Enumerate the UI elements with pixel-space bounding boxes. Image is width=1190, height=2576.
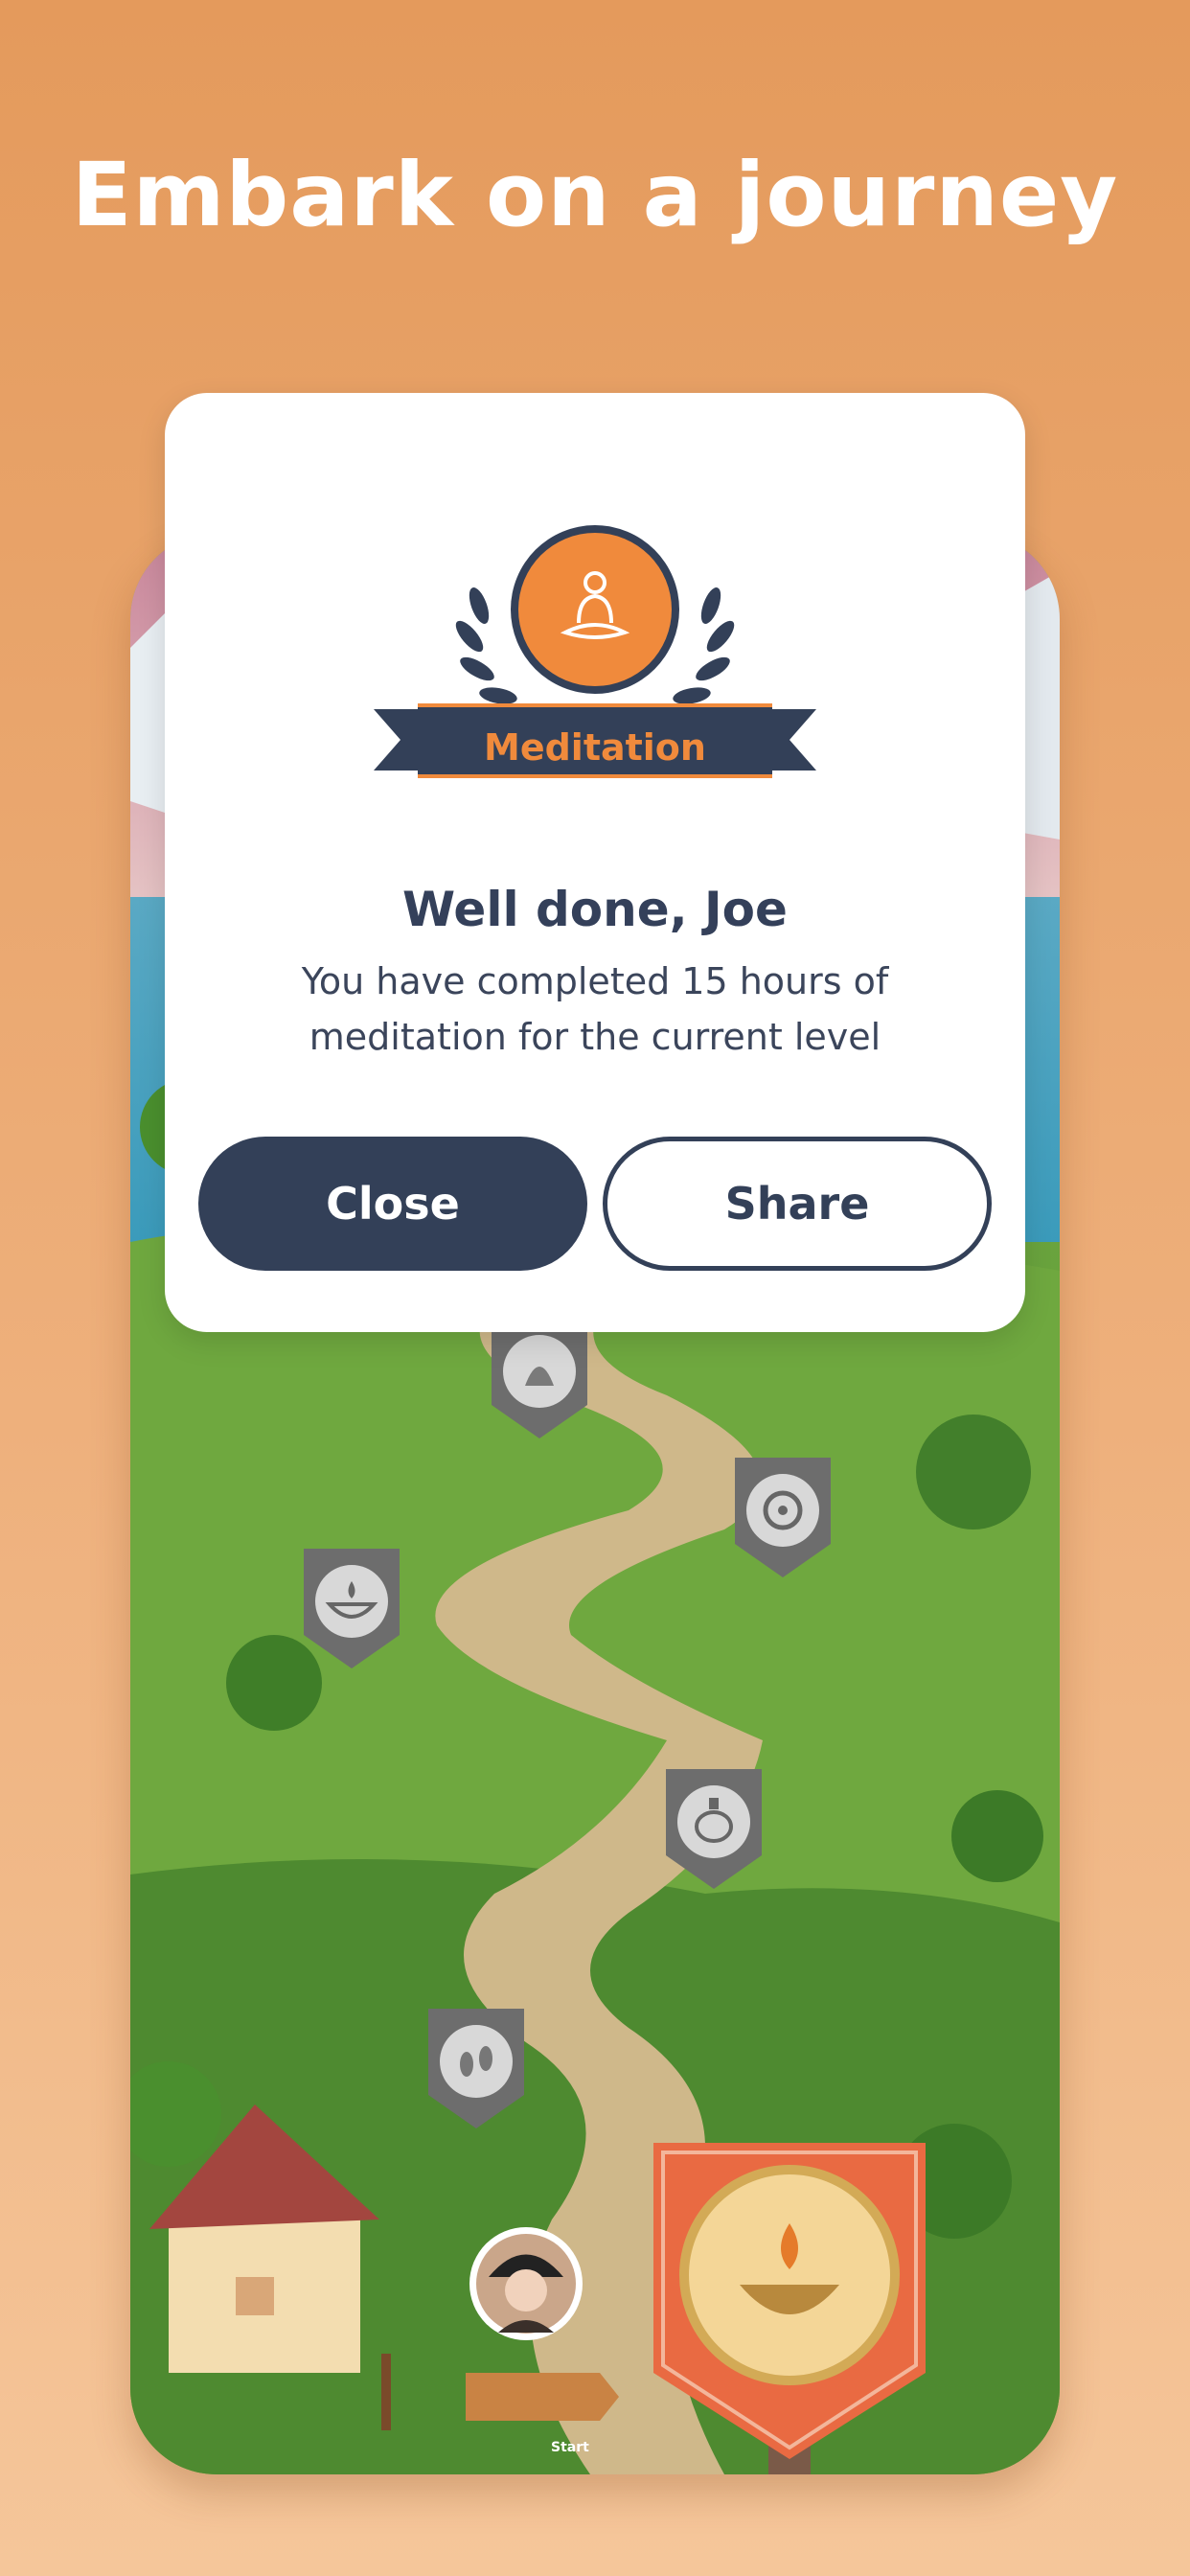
milestone-conch[interactable] (487, 1319, 592, 1443)
close-button[interactable]: Close (198, 1137, 587, 1271)
headline: Embark on a journey (71, 144, 1119, 246)
start-label: Start (551, 2440, 589, 2455)
milestone-dharma-wheel[interactable] (730, 1458, 835, 1582)
milestone-treasure-vase[interactable] (661, 1769, 767, 1894)
modal-message: You have completed 15 hours of meditatio… (301, 960, 889, 1058)
milestone-oil-lamp[interactable] (299, 1549, 404, 1673)
avatar[interactable] (469, 2227, 583, 2340)
meditation-icon (560, 569, 630, 650)
modal-title: Well done, Joe (402, 882, 788, 937)
badge-label: Meditation (484, 726, 706, 769)
share-button[interactable]: Share (603, 1137, 992, 1271)
achievement-modal: Meditation Well done, Joe You have compl… (165, 393, 1025, 1332)
current-milestone-banner[interactable] (653, 2143, 926, 2474)
milestone-footprints[interactable] (423, 2009, 529, 2133)
meditation-badge (374, 525, 816, 822)
